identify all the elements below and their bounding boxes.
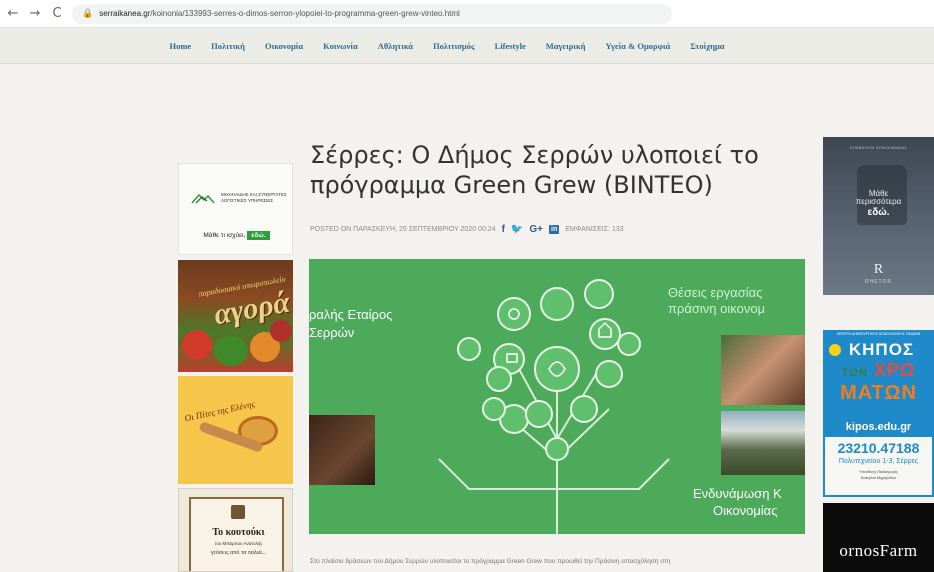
google-plus-share-icon[interactable]: G+ — [529, 224, 543, 235]
ad-fruit-image — [214, 336, 248, 366]
ad-kipos-top: ΚΕΝΤΡΟ ΔΗΜΙΟΥΡΓΙΚΗΣ ΑΠΑΣΧΟΛΗΣΗΣ ΠΑΙΔΙΩΝ — [836, 332, 921, 336]
ad-rhetor-brand: RHETOR — [864, 279, 893, 285]
ad-kipos-word2b: ΧΡΩ — [873, 360, 916, 380]
url-text: serraikanea.gr/koinonia/133993-serres-o-… — [99, 9, 460, 18]
ad-koutouki-banner[interactable]: Το κουτούκι του Μπάμπου Ανατολής γεύσεις… — [178, 488, 293, 572]
nav-item-lifestyle[interactable]: Lifestyle — [495, 41, 526, 51]
ad-accounting-brand: ΜΙΧΑΗΛΙΔΗΣ ΚΑΙ ΣΥΝΕΡΓΑΤΕΣ ΛΟΓΙΣΤΙΚΕΣ ΥΠΗ… — [221, 192, 287, 203]
nav-item-oikonomia[interactable]: Οικονομία — [265, 41, 303, 51]
article-hero-image: ραλής Εταίρος Σερρών Θέσεις εργασίας πρά… — [309, 259, 805, 534]
ad-rhetor-banner[interactable]: ΣΥΜΒΟΥΛΟΙ ΕΠΙΚΟΙΝΩΝΙΑΣ Μάθε περισσότερα … — [823, 137, 934, 295]
url-domain: serraikanea.gr — [99, 9, 151, 18]
ad-rhetor-top: ΣΥΜΒΟΥΛΟΙ ΕΠΙΚΟΙΝΩΝΙΑΣ — [849, 146, 908, 150]
ad-fruit-market-banner[interactable]: παραδοσιακό οπωροπωλείο αγορά — [178, 260, 293, 372]
ad-koutouki-sub: του Μπάμπου Ανατολής — [214, 541, 263, 546]
rhetor-logo-icon: R — [873, 262, 884, 277]
article-meta: POSTED ON ΠΑΡΑΣΚΕΥΗ, 25 ΣΕΠΤΕΜΒΡΙΟΥ 2020… — [310, 224, 624, 235]
article-title: Σέρρες: Ο Δήμος Σερρών υλοποιεί το πρόγρ… — [310, 141, 759, 199]
linkedin-share-icon[interactable]: in — [549, 225, 560, 234]
ad-kipos-contact-panel: 23210.47188 Πολυτεχνείου 1-3, Σέρρες Υπε… — [825, 437, 932, 495]
twitter-share-icon[interactable]: 🐦 — [511, 224, 523, 235]
ad-rhetor-line3: εδώ. — [867, 207, 890, 218]
ad-kipos-contact-name: Κατερίνα Μιχαηλίδου — [860, 476, 897, 480]
nav-item-politiki[interactable]: Πολιτική — [211, 41, 245, 51]
hero-label-empowerment: Ενδυνάμωση Κ — [693, 486, 782, 501]
ad-accounting-tagline-text: Μάθε τι ισχύει, — [203, 232, 246, 239]
ad-accounting-tagline: Μάθε τι ισχύει, εδώ. — [179, 231, 294, 240]
ad-pies-banner[interactable]: Οι Πίτες της Ελένης — [178, 376, 293, 484]
ad-koutouki-frame: Το κουτούκι του Μπάμπου Ανατολής γεύσεις… — [189, 497, 284, 571]
nav-item-athlitika[interactable]: Αθλητικά — [378, 41, 413, 51]
lock-icon: 🔒 — [82, 8, 94, 19]
nav-item-stoixima[interactable]: Στοίχημα — [690, 41, 724, 51]
ad-kipos-phone: 23210.47188 — [837, 440, 920, 456]
hero-label-serres: Σερρών — [309, 325, 355, 340]
ad-kipos-banner[interactable]: ΚΕΝΤΡΟ ΔΗΜΙΟΥΡΓΙΚΗΣ ΑΠΑΣΧΟΛΗΣΗΣ ΠΑΙΔΙΩΝ … — [823, 330, 934, 497]
ad-kipos-site: kipos.edu.gr — [845, 421, 912, 433]
ad-kipos-word2a: ΤΩΝ — [841, 367, 868, 379]
ad-accounting-banner[interactable]: ΜΙΧΑΗΛΙΔΗΣ ΚΑΙ ΣΥΝΕΡΓΑΤΕΣ ΛΟΓΙΣΤΙΚΕΣ ΥΠΗ… — [178, 163, 293, 255]
soil-photo — [309, 415, 375, 485]
facebook-share-icon[interactable]: f — [502, 224, 505, 235]
nav-item-koinonia[interactable]: Κοινωνία — [323, 41, 358, 51]
nav-item-ygeia[interactable]: Υγεία & Ομορφιά — [606, 41, 671, 51]
ad-ornosfarm-logo: ornosFarm — [839, 541, 918, 560]
hero-label-partner: ραλής Εταίρος — [309, 307, 393, 322]
back-arrow-icon[interactable]: ← — [6, 6, 20, 21]
ad-kipos-contact-role: Υπεύθυνη Παιδαγωγός — [859, 470, 898, 474]
address-bar[interactable]: 🔒 serraikanea.gr/koinonia/133993-serres-… — [72, 3, 672, 24]
nav-item-mageiriki[interactable]: Μαγειρική — [546, 41, 586, 51]
hero-label-economy: Οικονομίας — [713, 503, 778, 518]
ad-rhetor-line2: περισσότερα — [855, 197, 902, 206]
hero-label-jobs: Θέσεις εργασίας — [668, 285, 763, 300]
nav-item-politismos[interactable]: Πολιτισμός — [433, 41, 475, 51]
browser-toolbar: ← → C 🔒 serraikanea.gr/koinonia/133993-s… — [0, 0, 934, 28]
posted-date: POSTED ON ΠΑΡΑΣΚΕΥΗ, 25 ΣΕΠΤΕΜΒΡΙΟΥ 2020… — [310, 226, 496, 233]
ad-kipos-word2: ΤΩΝ ΧΡΩ — [823, 360, 934, 381]
hero-label-green-economy: πράσινη οικονομ — [668, 301, 766, 316]
ad-fruit-image — [270, 320, 292, 342]
ad-koutouki-slogan: γεύσεις από τα παλιά... — [210, 550, 267, 556]
ad-kipos-word3: ΜΑΤΩΝ — [840, 382, 917, 404]
main-navigation: Home Πολιτική Οικονομία Κοινωνία Αθλητικ… — [0, 28, 934, 64]
reload-icon[interactable]: C — [50, 6, 64, 21]
field-photo — [721, 411, 805, 475]
hand-soil-photo — [721, 335, 805, 405]
ad-accounting-cta[interactable]: εδώ. — [247, 231, 270, 240]
ad-kipos-address: Πολυτεχνείου 1-3, Σέρρες — [838, 458, 919, 465]
ad-kipos-word1: ΚΗΠΟΣ — [848, 340, 915, 359]
nav-item-home[interactable]: Home — [169, 41, 191, 51]
article-intro: Στο πλαίσιο δράσεων του Δήμου Σερρών υλο… — [310, 558, 671, 565]
barrel-icon — [231, 505, 245, 519]
forward-arrow-icon[interactable]: → — [28, 6, 42, 21]
ad-ornosfarm-banner[interactable]: ornosFarm — [823, 503, 934, 572]
url-path: /koinonia/133993-serres-o-dimos-serron-y… — [150, 9, 460, 18]
company-logo-icon — [191, 193, 215, 204]
ad-fruit-image — [182, 330, 212, 360]
views-count: ΕΜΦΑΝΙΣΕΙΣ: 133 — [565, 226, 624, 233]
ad-koutouki-title: Το κουτούκι — [212, 527, 265, 538]
